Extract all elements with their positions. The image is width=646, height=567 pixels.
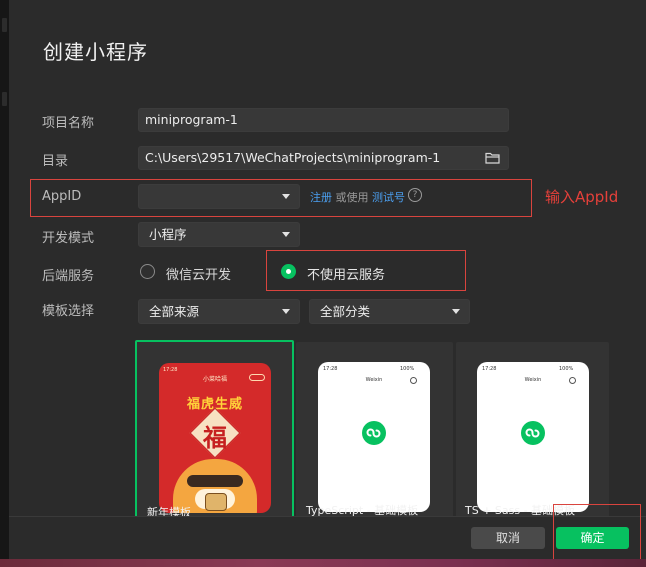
phone-status-time: 17:28	[482, 366, 497, 372]
left-sidebar-strip	[0, 0, 9, 567]
chevron-down-icon	[282, 309, 290, 314]
backend-service-label: 后端服务	[42, 269, 95, 284]
phone-status-time: 17:28	[323, 366, 338, 372]
miniprogram-logo-icon	[362, 421, 386, 445]
capsule-close-icon	[410, 377, 417, 384]
appid-links: 注册 或使用 测试号	[310, 189, 405, 205]
project-name-label: 项目名称	[42, 116, 95, 131]
dev-mode-value: 小程序	[149, 227, 187, 242]
cloud-dev-radio[interactable]	[140, 264, 155, 279]
template-card-new-year[interactable]: 17:28 小菜哈福 福虎生威 福 新年模板	[135, 340, 294, 520]
phone-status-battery: 100%	[400, 366, 415, 372]
cloud-dev-label[interactable]: 微信云开发	[166, 264, 231, 283]
capsule-menu-icon	[249, 374, 265, 381]
phone-status-time: 17:28	[163, 367, 178, 373]
miniprogram-logo-icon	[521, 421, 545, 445]
help-icon[interactable]: ?	[408, 188, 422, 202]
template-source-value: 全部来源	[149, 304, 200, 319]
chevron-down-icon	[282, 232, 290, 237]
template-source-select[interactable]: 全部来源	[138, 299, 300, 324]
project-name-input[interactable]: miniprogram-1	[138, 108, 509, 132]
register-link[interactable]: 注册	[310, 191, 332, 204]
template-category-select[interactable]: 全部分类	[309, 299, 470, 324]
no-cloud-radio[interactable]	[281, 264, 296, 279]
directory-input[interactable]: C:\Users\29517\WeChatProjects\miniprogra…	[138, 146, 509, 170]
capsule-close-icon	[569, 377, 576, 384]
phone-preview: 17:28 100% Weixin	[477, 362, 589, 512]
template-card-ts-sass[interactable]: 17:28 100% Weixin TS + Sass - 基础模板	[456, 342, 609, 522]
dev-mode-label: 开发模式	[42, 231, 95, 246]
dialog-title: 创建小程序	[43, 40, 148, 64]
directory-label: 目录	[42, 154, 69, 169]
template-selection-label: 模板选择	[42, 304, 95, 319]
phone-status-battery: 100%	[559, 366, 574, 372]
dialog-footer	[9, 516, 646, 559]
folder-icon[interactable]	[485, 151, 500, 164]
template-card-typescript[interactable]: 17:28 100% Weixin TypeScript - 基础模板	[296, 342, 453, 522]
fu-glyph: 福	[203, 424, 227, 452]
no-cloud-label[interactable]: 不使用云服务	[307, 264, 385, 283]
dev-mode-select[interactable]: 小程序	[138, 222, 300, 247]
chevron-down-icon	[452, 309, 460, 314]
annotation-enter-appid: 输入AppId	[545, 188, 619, 206]
or-use-text: 或使用	[335, 191, 369, 204]
sidebar-handle	[2, 18, 7, 32]
sidebar-handle	[2, 92, 7, 106]
phone-preview: 17:28 小菜哈福 福虎生威 福	[159, 363, 271, 513]
desktop-background-strip	[0, 559, 646, 567]
phone-preview: 17:28 100% Weixin	[318, 362, 430, 512]
cancel-button[interactable]: 取消	[471, 527, 545, 549]
appid-label: AppID	[42, 189, 82, 204]
confirm-button[interactable]: 确定	[556, 527, 629, 549]
chevron-down-icon	[282, 194, 290, 199]
template-category-value: 全部分类	[320, 304, 371, 319]
test-account-link[interactable]: 测试号	[372, 191, 405, 204]
appid-select[interactable]	[138, 184, 300, 209]
